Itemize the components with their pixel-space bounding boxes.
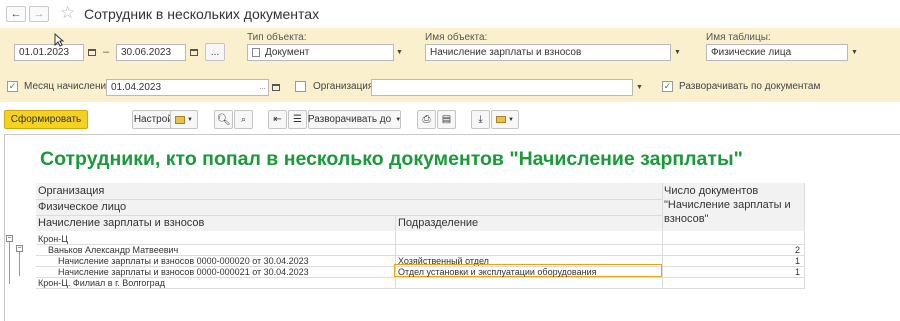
header-organization: Организация	[38, 185, 105, 197]
row-divider	[36, 288, 804, 289]
folder-icon	[175, 115, 186, 124]
mouse-cursor-icon	[54, 33, 64, 47]
header-count-line3: взносов"	[664, 213, 709, 225]
collapse-icon: ⇤	[273, 114, 282, 125]
month-calendar-button[interactable]	[269, 79, 282, 96]
month-checkbox[interactable]: ✓	[7, 81, 18, 92]
search-button[interactable]: 🔍︎	[214, 110, 233, 129]
object-type-value: Документ	[265, 47, 310, 58]
calendar-icon	[271, 84, 280, 91]
expand-docs-label: Разворачивать по документам	[679, 81, 821, 92]
row-document[interactable]: Начисление зарплаты и взносов 0000-00002…	[58, 267, 309, 277]
search-icon: 🔍︎	[216, 114, 231, 126]
generate-button[interactable]: Сформировать	[4, 110, 88, 129]
collapse-button[interactable]: ⇤	[268, 110, 287, 129]
object-name-field[interactable]: Начисление зарплаты и взносов	[425, 44, 671, 61]
chevron-down-icon: ▼	[187, 116, 193, 123]
row-person: Ваньков Александр Матвеевич	[48, 245, 179, 255]
header-person: Физическое лицо	[38, 201, 127, 213]
date-from-field[interactable]: 01.01.2023	[14, 44, 84, 61]
organization-label: Организация:	[313, 81, 377, 92]
printer-icon: ⎙	[422, 114, 431, 125]
object-type-dropdown[interactable]: ▼	[393, 44, 406, 61]
organization-field[interactable]	[371, 79, 633, 96]
search-replace-icon: ⌕	[240, 114, 247, 124]
row-organization: Крон-Ц	[38, 234, 68, 244]
variants-button[interactable]: ▼	[170, 110, 198, 129]
row-count: 1	[795, 267, 801, 277]
document-icon	[252, 48, 260, 57]
forward-button[interactable]: →	[29, 6, 49, 22]
month-select-button[interactable]: …	[256, 79, 269, 96]
header-department: Подразделение	[398, 217, 479, 229]
date-to-calendar-button[interactable]	[187, 44, 200, 61]
table-right-border	[804, 183, 805, 289]
object-name-label: Имя объекта:	[425, 32, 488, 43]
expand-icon: ☰	[293, 114, 302, 125]
row-document[interactable]: Начисление зарплаты и взносов 0000-00002…	[58, 256, 309, 266]
checkmark-icon: ✓	[663, 81, 672, 91]
table-name-field[interactable]: Физические лица	[706, 44, 848, 61]
date-from-calendar-button[interactable]	[85, 44, 98, 61]
chevron-down-icon: ▼	[395, 116, 402, 123]
expand-button[interactable]: ☰	[288, 110, 307, 129]
print-button[interactable]: ⎙	[417, 110, 436, 129]
preview-button[interactable]: ▤	[437, 110, 456, 129]
expand-to-button[interactable]: Разворачивать до ▼	[308, 110, 401, 129]
row-organization: Крон-Ц. Филиал в г. Волгоград	[38, 278, 165, 288]
checkmark-icon: ✓	[8, 81, 17, 91]
expand-to-label: Разворачивать до	[307, 114, 392, 125]
row-department: Отдел установки и эксплуатации оборудова…	[398, 267, 597, 277]
object-name-dropdown[interactable]: ▼	[671, 44, 684, 61]
header-divider	[36, 199, 662, 200]
header-count-line2: "Начисление зарплаты и	[664, 199, 791, 211]
period-select-button[interactable]: ...	[205, 43, 225, 61]
download-icon: ⤓	[478, 114, 483, 125]
organization-checkbox[interactable]	[295, 81, 306, 92]
mail-icon	[496, 116, 507, 123]
header-document: Начисление зарплаты и взносов	[38, 217, 205, 229]
collapse-group-icon[interactable]: −	[6, 235, 13, 242]
object-type-label: Тип объекта:	[247, 32, 307, 43]
forward-arrow-icon: →	[33, 8, 45, 20]
window-title: Сотрудник в нескольких документах	[84, 6, 320, 22]
header-count-line1: Число документов	[664, 185, 759, 197]
object-type-field[interactable]: Документ	[247, 44, 394, 61]
count-column-divider	[662, 183, 663, 289]
report-title: Сотрудники, кто попал в несколько докуме…	[40, 148, 743, 170]
chevron-down-icon: ▼	[508, 116, 514, 123]
send-email-button[interactable]: ▼	[491, 110, 519, 129]
table-name-label: Имя таблицы:	[706, 32, 771, 43]
back-arrow-icon: ←	[10, 8, 22, 20]
date-separator: –	[103, 46, 110, 58]
month-field[interactable]: 01.04.2023	[106, 79, 269, 96]
collapse-group-icon[interactable]: −	[16, 245, 23, 252]
row-count: 2	[795, 245, 801, 255]
save-button[interactable]: ⤓	[471, 110, 490, 129]
tree-line	[9, 242, 10, 284]
back-button[interactable]: ←	[6, 6, 26, 22]
preview-icon: ▤	[441, 114, 452, 125]
title-bar: ← → ☆ Сотрудник в нескольких документах	[0, 0, 900, 28]
calendar-icon	[87, 49, 96, 56]
organization-dropdown[interactable]: ▼	[633, 79, 646, 96]
favorite-star-icon[interactable]: ☆	[60, 4, 75, 22]
header-divider	[36, 215, 662, 216]
search-next-button[interactable]: ⌕	[234, 110, 253, 129]
calendar-icon	[189, 49, 198, 56]
date-to-field[interactable]: 30.06.2023	[116, 44, 186, 61]
row-count: 1	[795, 256, 801, 266]
tree-line	[19, 252, 20, 276]
month-label: Месяц начисления:	[24, 81, 115, 92]
table-name-dropdown[interactable]: ▼	[848, 44, 861, 61]
expand-docs-checkbox[interactable]: ✓	[662, 81, 673, 92]
